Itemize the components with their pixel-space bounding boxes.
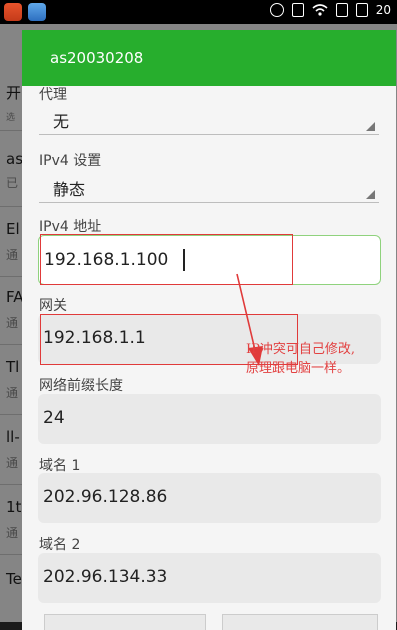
dialog-header: as20030208	[22, 30, 396, 86]
clock: 20	[375, 3, 391, 17]
system-icons: 20	[269, 3, 391, 17]
prefix-length-label: 网络前缀长度	[39, 378, 123, 394]
notification-icons	[4, 3, 46, 21]
weather-notification-icon	[28, 3, 46, 21]
phone-signal-icon	[291, 3, 304, 17]
dropdown-arrow-icon	[366, 190, 375, 199]
status-bar: 20	[0, 0, 397, 24]
ipv4-address-label: IPv4 地址	[39, 219, 102, 235]
dns1-label: 域名 1	[39, 458, 81, 474]
annotation-note: IP冲突可自己修改, 原理跟电脑一样。	[246, 340, 355, 378]
annotation-line-2: 原理跟电脑一样。	[246, 361, 351, 376]
ipv4-settings-spinner[interactable]: 静态	[39, 170, 379, 203]
gateway-label: 网关	[39, 298, 67, 314]
dns2-input[interactable]	[43, 553, 373, 601]
dns2-label: 域名 2	[39, 537, 81, 553]
dns2-field[interactable]	[38, 553, 381, 603]
dns1-input[interactable]	[43, 473, 373, 521]
prefix-length-input[interactable]	[43, 394, 373, 442]
dropdown-arrow-icon	[366, 122, 375, 131]
ipv4-settings-label: IPv4 设置	[39, 153, 102, 169]
proxy-value: 无	[53, 112, 70, 131]
save-button[interactable]	[222, 614, 378, 630]
proxy-label: 代理	[39, 87, 67, 103]
wifi-icon	[312, 4, 328, 16]
proxy-spinner[interactable]: 无	[39, 102, 379, 135]
annotation-line-1: IP冲突可自己修改,	[246, 342, 356, 357]
app-notification-icon	[4, 3, 22, 21]
dialog-title: as20030208	[50, 49, 144, 67]
alarm-icon	[269, 3, 284, 17]
cancel-button[interactable]	[44, 614, 206, 630]
sim-icon	[335, 3, 348, 17]
battery-icon	[355, 3, 368, 17]
ipv4-settings-value: 静态	[53, 180, 86, 199]
dns1-field[interactable]	[38, 473, 381, 523]
prefix-length-field[interactable]	[38, 394, 381, 444]
